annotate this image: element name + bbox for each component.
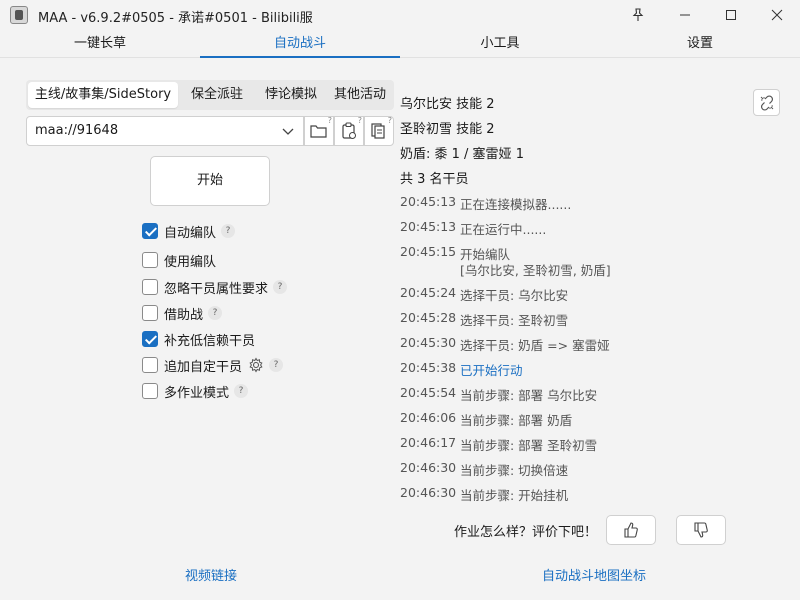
minimize-button[interactable] (662, 0, 708, 30)
log-time: 20:45:54 (400, 385, 457, 400)
app-icon (10, 6, 28, 24)
log-time: 20:46:30 (400, 460, 457, 475)
video-link[interactable]: 视频链接 (185, 565, 237, 584)
active-tab-indicator (200, 56, 400, 58)
help-icon[interactable]: ? (221, 224, 236, 238)
help-icon[interactable]: ? (234, 384, 249, 398)
clipboard-icon (342, 122, 356, 139)
log-message: 正在运行中...... (460, 222, 547, 237)
log-message: 选择干员: 圣聆初雪 (460, 313, 569, 328)
log-time: 20:46:06 (400, 410, 457, 425)
tab-tools[interactable]: 小工具 (400, 30, 600, 58)
option-label: 追加自定干员 (164, 359, 243, 375)
feedback-prompt: 作业怎么样？评价下吧！ (454, 525, 598, 540)
minimize-icon (680, 14, 690, 16)
log-message: 正在连接模拟器...... (460, 197, 572, 212)
unlink-icon (760, 94, 773, 111)
tab-farming[interactable]: 一键长草 (0, 30, 200, 58)
help-icon[interactable]: ? (273, 280, 288, 294)
log-time: 20:45:30 (400, 335, 457, 350)
log-message: 当前步骤: 切换倍速 (460, 463, 569, 478)
option-label: 借助战 (164, 307, 204, 323)
log-message-detail: [乌尔比安, 圣聆初雪, 奶盾] (460, 263, 611, 278)
team-operator: 乌尔比安 技能 2 (400, 97, 495, 112)
thumbs-up-icon (624, 522, 638, 538)
option-label: 忽略干员属性要求 (164, 281, 269, 297)
option-auto-formation[interactable]: 自动编队 ? (142, 221, 236, 241)
tab-auto-battle[interactable]: 自动战斗 (200, 30, 400, 58)
chevron-down-icon[interactable] (281, 124, 295, 138)
log-time: 20:45:13 (400, 219, 457, 234)
help-icon[interactable]: ? (208, 306, 223, 320)
custom-operators-checkbox[interactable] (142, 357, 158, 373)
sub-tab-bar: 主线/故事集/SideStory 保全派驻 悖论模拟 其他活动 (26, 80, 394, 110)
file-path-combobox[interactable]: maa://91648 (26, 116, 304, 146)
log-time: 20:46:30 (400, 485, 457, 500)
close-icon (771, 9, 783, 21)
start-button[interactable]: 开始 (150, 156, 270, 206)
log-message: 当前步骤: 部署 圣聆初雪 (460, 438, 598, 453)
folder-icon (310, 125, 327, 138)
log-time: 20:45:38 (400, 360, 457, 375)
subtab-security[interactable]: 保全派驻 (180, 82, 254, 108)
team-operator: 奶盾: 黍 1 / 塞雷娅 1 (400, 147, 524, 162)
main-tab-bar: 一键长草 自动战斗 小工具 设置 (0, 30, 800, 58)
paste-clipboard-button[interactable]: ? (334, 116, 364, 146)
log-message: 选择干员: 乌尔比安 (460, 288, 569, 303)
map-coords-link[interactable]: 自动战斗地图坐标 (542, 565, 646, 584)
pin-icon[interactable] (615, 0, 661, 30)
log-time: 20:45:15 (400, 244, 457, 259)
maximize-button[interactable] (708, 0, 754, 30)
option-custom-operators[interactable]: 追加自定干员 ? (142, 355, 284, 375)
option-label: 使用编队 (164, 254, 217, 270)
multi-task-checkbox[interactable] (142, 383, 158, 399)
gear-icon[interactable] (248, 357, 264, 373)
open-folder-button[interactable]: ? (304, 116, 334, 146)
support-unit-checkbox[interactable] (142, 305, 158, 321)
dislike-button[interactable] (676, 515, 726, 545)
auto-formation-checkbox[interactable] (142, 223, 158, 239)
option-ignore-requirements[interactable]: 忽略干员属性要求 ? (142, 277, 288, 297)
maximize-icon (726, 10, 736, 20)
low-trust-checkbox[interactable] (142, 331, 158, 347)
log-message: 选择干员: 奶盾 => 塞雷娅 (460, 338, 610, 353)
log-message: 当前步骤: 部署 乌尔比安 (460, 388, 598, 403)
option-low-trust-operators[interactable]: 补充低信赖干员 (142, 329, 255, 349)
close-button[interactable] (754, 0, 800, 30)
use-formation-checkbox[interactable] (142, 252, 158, 268)
documents-icon (371, 123, 385, 139)
ignore-requirements-checkbox[interactable] (142, 279, 158, 295)
option-label: 补充低信赖干员 (164, 333, 256, 349)
option-support-unit[interactable]: 借助战 ? (142, 303, 223, 323)
log-message: 已开始行动 (460, 363, 523, 378)
log-time: 20:45:24 (400, 285, 457, 300)
tab-settings[interactable]: 设置 (600, 30, 800, 58)
like-button[interactable] (606, 515, 656, 545)
log-time: 20:45:28 (400, 310, 457, 325)
subtab-paradox[interactable]: 悖论模拟 (254, 82, 328, 108)
log-message: 当前步骤: 部署 奶盾 (460, 413, 573, 428)
team-operator: 圣聆初雪 技能 2 (400, 122, 495, 137)
help-icon[interactable]: ? (269, 358, 284, 372)
log-time: 20:45:13 (400, 194, 457, 209)
option-multi-task[interactable]: 多作业模式 ? (142, 381, 249, 401)
team-count: 共 3 名干员 (400, 172, 469, 187)
option-use-formation[interactable]: 使用编队 (142, 250, 216, 270)
file-path-value: maa://91648 (35, 123, 119, 138)
thumbs-down-icon (694, 522, 708, 538)
window-title: MAA - v6.9.2#0505 - 承诺#0501 - Bilibili服 (38, 11, 313, 26)
unlink-button[interactable] (753, 89, 780, 116)
batch-import-button[interactable]: ? (364, 116, 394, 146)
option-label: 多作业模式 (164, 385, 230, 401)
log-time: 20:46:17 (400, 435, 457, 450)
subtab-main-story[interactable]: 主线/故事集/SideStory (28, 82, 178, 108)
subtab-other-events[interactable]: 其他活动 (328, 82, 392, 108)
option-label: 自动编队 (164, 225, 217, 241)
log-message: 当前步骤: 开始挂机 (460, 488, 569, 503)
title-bar: MAA - v6.9.2#0505 - 承诺#0501 - Bilibili服 (0, 0, 800, 30)
